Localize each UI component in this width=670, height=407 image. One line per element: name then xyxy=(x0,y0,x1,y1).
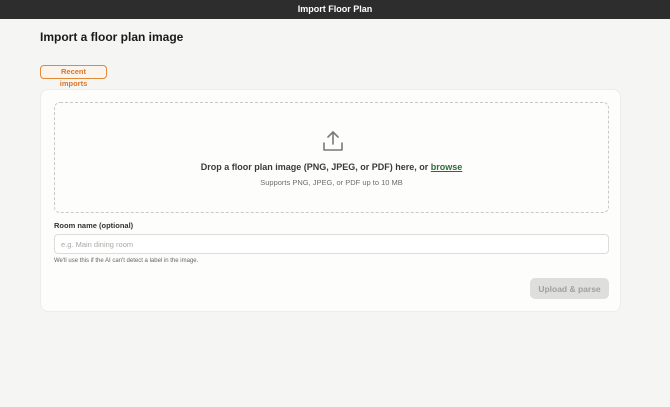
upload-and-parse-button[interactable]: Upload & parse xyxy=(530,278,609,299)
dropzone-instructions: Drop a floor plan image (PNG, JPEG, or P… xyxy=(55,162,608,173)
dropzone-supported-formats: Supports PNG, JPEG, or PDF up to 10 MB xyxy=(260,178,403,187)
upload-icon xyxy=(323,131,343,151)
file-dropzone[interactable]: Drop a floor plan image (PNG, JPEG, or P… xyxy=(54,102,609,213)
window-titlebar: Import Floor Plan xyxy=(0,0,670,19)
page-title: Import a floor plan image xyxy=(40,30,184,44)
dropzone-main-text: Drop a floor plan image (PNG, JPEG, or P… xyxy=(200,162,429,172)
window-title: Import Floor Plan xyxy=(297,4,373,14)
room-name-input[interactable] xyxy=(54,234,609,254)
recent-imports-button[interactable]: Recent imports xyxy=(40,65,107,88)
browse-link[interactable]: browse xyxy=(431,162,463,172)
import-card: Drop a floor plan image (PNG, JPEG, or P… xyxy=(40,89,621,312)
room-name-hint: We'll use this if the AI can't detect a … xyxy=(54,258,199,264)
room-name-label: Room name (optional) xyxy=(54,221,134,230)
